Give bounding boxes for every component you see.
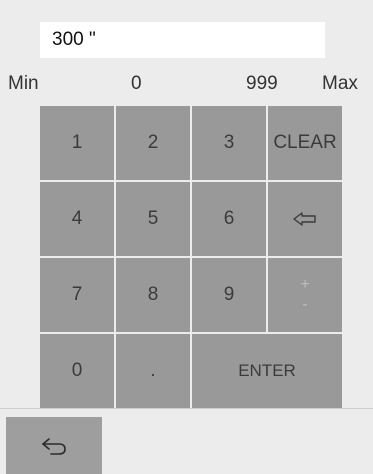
key-8[interactable]: 8: [116, 258, 190, 332]
key-4[interactable]: 4: [40, 182, 114, 256]
backspace-button[interactable]: [268, 182, 342, 256]
key-3[interactable]: 3: [192, 106, 266, 180]
key-1[interactable]: 1: [40, 106, 114, 180]
footer-bar: [0, 408, 373, 474]
return-arrow-icon: [42, 437, 66, 455]
key-2[interactable]: 2: [116, 106, 190, 180]
back-button[interactable]: [6, 417, 102, 474]
key-0[interactable]: 0: [40, 334, 114, 408]
max-label: Max: [322, 73, 358, 94]
clear-button[interactable]: CLEAR: [268, 106, 342, 180]
min-value: 0: [131, 73, 142, 94]
max-value: 999: [246, 73, 278, 94]
value-display: 300 ": [40, 22, 325, 58]
enter-button[interactable]: ENTER: [192, 334, 342, 408]
minus-label: -: [302, 296, 308, 313]
key-7[interactable]: 7: [40, 258, 114, 332]
decimal-point-button[interactable]: .: [116, 334, 190, 408]
min-label: Min: [8, 73, 39, 94]
key-6[interactable]: 6: [192, 182, 266, 256]
backspace-arrow-icon: [293, 212, 316, 226]
plus-label: +: [300, 276, 310, 293]
plus-minus-button[interactable]: + -: [268, 258, 342, 332]
key-9[interactable]: 9: [192, 258, 266, 332]
numeric-keypad: 1 2 3 CLEAR 4 5 6 7 8 9 + - 0 . ENTER: [40, 106, 342, 408]
key-5[interactable]: 5: [116, 182, 190, 256]
